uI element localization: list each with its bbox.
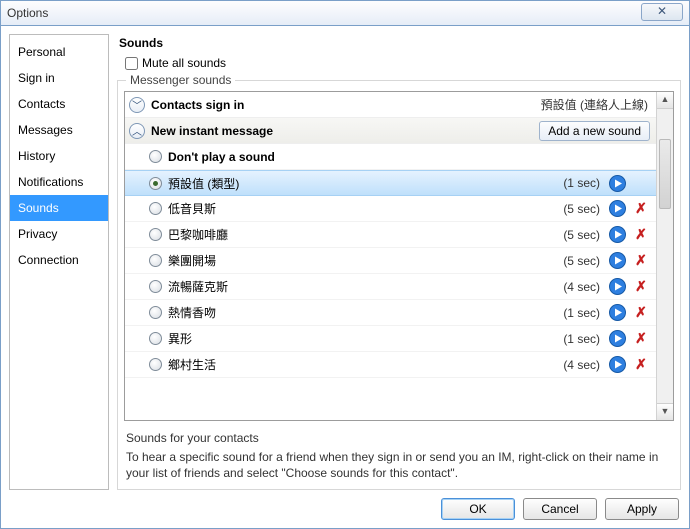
sidebar-item-history[interactable]: History (10, 143, 108, 169)
sound-option[interactable]: 低音貝斯 (5 sec) ✗ (125, 196, 656, 222)
scroll-up-icon[interactable]: ▲ (657, 92, 673, 109)
dialog-buttons: OK Cancel Apply (9, 490, 681, 520)
play-icon[interactable] (608, 304, 626, 322)
delete-icon[interactable]: ✗ (632, 226, 650, 244)
option-label: Don't play a sound (168, 150, 650, 164)
play-icon[interactable] (608, 330, 626, 348)
fieldset-legend: Messenger sounds (126, 73, 235, 87)
contacts-sounds-note: To hear a specific sound for a friend wh… (126, 449, 672, 481)
sidebar: Personal Sign in Contacts Messages Histo… (9, 34, 109, 490)
cancel-button[interactable]: Cancel (523, 498, 597, 520)
radio-icon (149, 358, 162, 371)
dialog-body: Personal Sign in Contacts Messages Histo… (0, 26, 690, 529)
option-label: 低音貝斯 (168, 200, 557, 217)
play-icon[interactable] (608, 356, 626, 374)
sound-option[interactable]: 巴黎咖啡廳 (5 sec) ✗ (125, 222, 656, 248)
add-sound-button[interactable]: Add a new sound (539, 121, 650, 141)
radio-icon (149, 280, 162, 293)
delete-icon[interactable]: ✗ (632, 356, 650, 374)
sidebar-item-signin[interactable]: Sign in (10, 65, 108, 91)
sound-option[interactable]: 異形 (1 sec) ✗ (125, 326, 656, 352)
delete-icon[interactable]: ✗ (632, 278, 650, 296)
play-icon[interactable] (608, 174, 626, 192)
sounds-listbox: ﹀ Contacts sign in 預設值 (連絡人上線) ︿ New ins… (124, 91, 674, 421)
content-area: Personal Sign in Contacts Messages Histo… (9, 34, 681, 490)
messenger-sounds-fieldset: Messenger sounds ﹀ Contacts sign in 預設值 … (117, 80, 681, 490)
titlebar: Options ✕ (0, 0, 690, 26)
sound-option-default[interactable]: 預設值 (類型) (1 sec) ✗ (125, 170, 656, 196)
play-icon[interactable] (608, 226, 626, 244)
close-icon: ✕ (657, 4, 667, 18)
radio-icon (149, 306, 162, 319)
mute-label: Mute all sounds (142, 56, 226, 70)
option-label: 熱情香吻 (168, 304, 557, 321)
option-label: 預設值 (類型) (168, 175, 557, 192)
scrollbar[interactable]: ▲ ▼ (656, 92, 673, 420)
option-duration: (5 sec) (563, 228, 600, 242)
page-title: Sounds (119, 36, 681, 50)
apply-button[interactable]: Apply (605, 498, 679, 520)
sound-option[interactable]: 熱情香吻 (1 sec) ✗ (125, 300, 656, 326)
scroll-thumb[interactable] (659, 139, 671, 209)
sidebar-item-connection[interactable]: Connection (10, 247, 108, 273)
radio-icon (149, 228, 162, 241)
sidebar-item-contacts[interactable]: Contacts (10, 91, 108, 117)
option-duration: (4 sec) (563, 280, 600, 294)
group-contacts-signin[interactable]: ﹀ Contacts sign in 預設值 (連絡人上線) (125, 92, 656, 118)
group-value: 預設值 (連絡人上線) (541, 96, 648, 113)
option-label: 巴黎咖啡廳 (168, 226, 557, 243)
option-duration: (5 sec) (563, 254, 600, 268)
play-icon[interactable] (608, 278, 626, 296)
option-label: 異形 (168, 330, 557, 347)
radio-icon (149, 332, 162, 345)
radio-icon (149, 150, 162, 163)
group-label: New instant message (151, 124, 529, 138)
sound-option[interactable]: 鄉村生活 (4 sec) ✗ (125, 352, 656, 378)
sound-option-none[interactable]: Don't play a sound (125, 144, 656, 170)
sound-option[interactable]: 流暢薩克斯 (4 sec) ✗ (125, 274, 656, 300)
delete-icon[interactable]: ✗ (632, 252, 650, 270)
sidebar-item-notifications[interactable]: Notifications (10, 169, 108, 195)
option-duration: (1 sec) (563, 306, 600, 320)
chevron-up-icon: ︿ (129, 123, 145, 139)
mute-row: Mute all sounds (125, 56, 681, 70)
sound-option[interactable]: 樂團開場 (5 sec) ✗ (125, 248, 656, 274)
mute-checkbox[interactable] (125, 57, 138, 70)
radio-icon (149, 254, 162, 267)
sounds-list: ﹀ Contacts sign in 預設值 (連絡人上線) ︿ New ins… (125, 92, 656, 420)
delete-icon[interactable]: ✗ (632, 330, 650, 348)
sidebar-item-sounds[interactable]: Sounds (10, 195, 108, 221)
ok-button[interactable]: OK (441, 498, 515, 520)
chevron-down-icon: ﹀ (129, 97, 145, 113)
option-label: 流暢薩克斯 (168, 278, 557, 295)
play-icon[interactable] (608, 252, 626, 270)
main-panel: Sounds Mute all sounds Messenger sounds … (117, 34, 681, 490)
sidebar-item-personal[interactable]: Personal (10, 39, 108, 65)
play-icon[interactable] (608, 200, 626, 218)
radio-icon (149, 202, 162, 215)
sidebar-item-messages[interactable]: Messages (10, 117, 108, 143)
delete-icon[interactable]: ✗ (632, 200, 650, 218)
contacts-sounds-title: Sounds for your contacts (126, 431, 672, 445)
group-new-im[interactable]: ︿ New instant message Add a new sound (125, 118, 656, 144)
option-duration: (5 sec) (563, 202, 600, 216)
option-duration: (4 sec) (563, 358, 600, 372)
option-label: 鄉村生活 (168, 356, 557, 373)
option-label: 樂團開場 (168, 252, 557, 269)
scroll-track[interactable] (657, 109, 673, 403)
radio-icon (149, 177, 162, 190)
close-button[interactable]: ✕ (641, 3, 683, 21)
delete-icon[interactable]: ✗ (632, 304, 650, 322)
sidebar-item-privacy[interactable]: Privacy (10, 221, 108, 247)
option-duration: (1 sec) (563, 176, 600, 190)
group-label: Contacts sign in (151, 98, 535, 112)
scroll-down-icon[interactable]: ▼ (657, 403, 673, 420)
option-duration: (1 sec) (563, 332, 600, 346)
window-title: Options (7, 6, 48, 20)
